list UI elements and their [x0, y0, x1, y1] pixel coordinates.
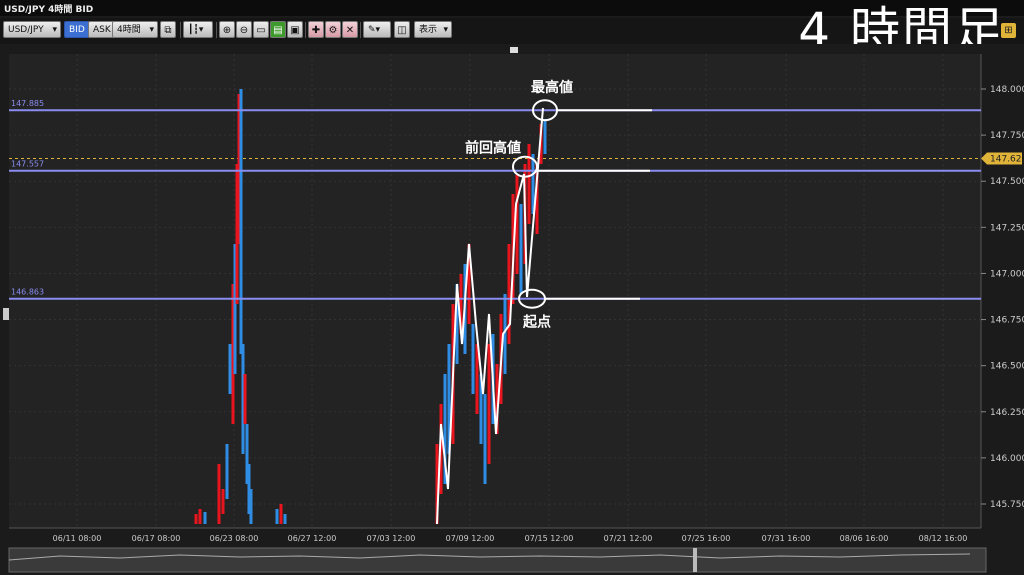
candle	[198, 509, 202, 524]
copy-icon[interactable]: ⧉	[160, 21, 176, 38]
candle	[471, 324, 475, 394]
timeframe-select[interactable]: 4時間 ▾	[112, 21, 158, 38]
pencil-icon: ✎	[368, 25, 376, 35]
time-tick-label: 06/11 08:00	[53, 534, 102, 543]
plot-area	[9, 54, 981, 528]
chevron-down-icon: ▾	[198, 25, 204, 35]
current-price-label: 147.623	[990, 155, 1024, 165]
candle	[239, 89, 243, 354]
chevron-down-icon: ▾	[52, 25, 57, 35]
time-tick-label: 07/25 16:00	[682, 534, 731, 543]
display-menu-button[interactable]: 表示 ▾	[414, 21, 452, 38]
price-chart[interactable]: 147.885 147.557 146.863 148.000 147.750 147.…	[0, 44, 1024, 575]
candle	[225, 444, 229, 499]
price-tick-label: 147.750	[990, 131, 1024, 141]
candle	[543, 119, 547, 154]
navigator-scrollbar[interactable]	[8, 547, 987, 573]
symbol-select[interactable]: USD/JPY ▾	[3, 21, 61, 38]
time-tick-label: 06/27 12:00	[288, 534, 337, 543]
symbol-value: USD/JPY	[8, 25, 44, 35]
time-tick-label: 07/03 12:00	[367, 534, 416, 543]
zoom-in-icon[interactable]: ⊕	[219, 21, 235, 38]
window-icon[interactable]: ▣	[287, 21, 303, 38]
time-tick-label: 07/31 16:00	[762, 534, 811, 543]
candle	[217, 464, 221, 524]
time-tick-label: 07/09 12:00	[446, 534, 495, 543]
candle	[243, 374, 247, 424]
candle	[507, 244, 511, 344]
candle	[249, 489, 253, 524]
toolbar-divider	[180, 22, 181, 38]
collapse-handle[interactable]	[510, 47, 518, 53]
candle	[519, 204, 523, 294]
price-tick-label: 148.000	[990, 85, 1024, 95]
start-label: 起点	[522, 314, 551, 331]
bid-button[interactable]: BID	[64, 21, 90, 38]
price-tick-label: 147.250	[990, 223, 1024, 233]
layers-icon[interactable]: ◫	[394, 21, 410, 38]
time-tick-label: 06/17 08:00	[132, 534, 181, 543]
left-scroll-handle[interactable]	[3, 308, 9, 320]
time-tick-label: 08/12 16:00	[919, 534, 968, 543]
time-tick-label: 08/06 16:00	[840, 534, 889, 543]
candle	[483, 394, 487, 484]
chart-settings-icon[interactable]: ⊞	[1001, 23, 1016, 38]
zoom-out-icon[interactable]: ⊖	[236, 21, 252, 38]
window-title: USD/JPY 4時間 BID	[4, 5, 94, 15]
add-indicator-icon[interactable]: ✚	[308, 21, 324, 38]
time-tick-label: 07/15 12:00	[525, 534, 574, 543]
toolbar-divider	[360, 22, 361, 38]
price-tick-label: 146.500	[990, 362, 1024, 372]
high-label: 最高値	[531, 79, 573, 96]
horizontal-line-label: 147.557	[11, 160, 44, 169]
display-label: 表示	[419, 25, 438, 35]
price-tick-label: 145.750	[990, 500, 1024, 510]
candle	[228, 344, 232, 394]
time-tick-label: 06/23 08:00	[210, 534, 259, 543]
toolbar-divider	[216, 22, 217, 38]
horizontal-line-label: 147.885	[11, 99, 44, 108]
chevron-down-icon: ▾	[375, 25, 381, 35]
candle	[275, 509, 279, 524]
navigator-thumb[interactable]	[693, 548, 697, 572]
candlestick-icon: ┃┇	[188, 25, 199, 35]
toolbar-divider	[305, 22, 306, 38]
horizontal-line-label: 146.863	[11, 288, 44, 297]
timeframe-value: 4時間	[117, 25, 141, 35]
chart-type-button[interactable]: ┃┇▾	[183, 21, 213, 38]
candle	[194, 514, 198, 524]
chevron-down-icon: ▾	[443, 25, 448, 35]
price-tick-label: 147.500	[990, 177, 1024, 187]
fit-icon[interactable]: ▭	[253, 21, 269, 38]
price-tick-label: 146.250	[990, 408, 1024, 418]
draw-tool-button[interactable]: ✎▾	[363, 21, 391, 38]
time-tick-label: 07/21 12:00	[604, 534, 653, 543]
prev-high-label: 前回高値	[465, 140, 521, 157]
price-tick-label: 146.000	[990, 454, 1024, 464]
price-tick-label: 147.000	[990, 269, 1024, 279]
remove-indicator-icon[interactable]: ✕	[342, 21, 358, 38]
candle	[283, 514, 287, 524]
grid-icon[interactable]: ▤	[270, 21, 286, 38]
candle	[221, 489, 225, 514]
candle	[279, 504, 283, 524]
candle	[487, 344, 491, 464]
chevron-down-icon: ▾	[149, 25, 154, 35]
candle	[203, 512, 207, 524]
price-tick-label: 146.750	[990, 316, 1024, 326]
indicator-settings-icon[interactable]: ⚙	[325, 21, 341, 38]
